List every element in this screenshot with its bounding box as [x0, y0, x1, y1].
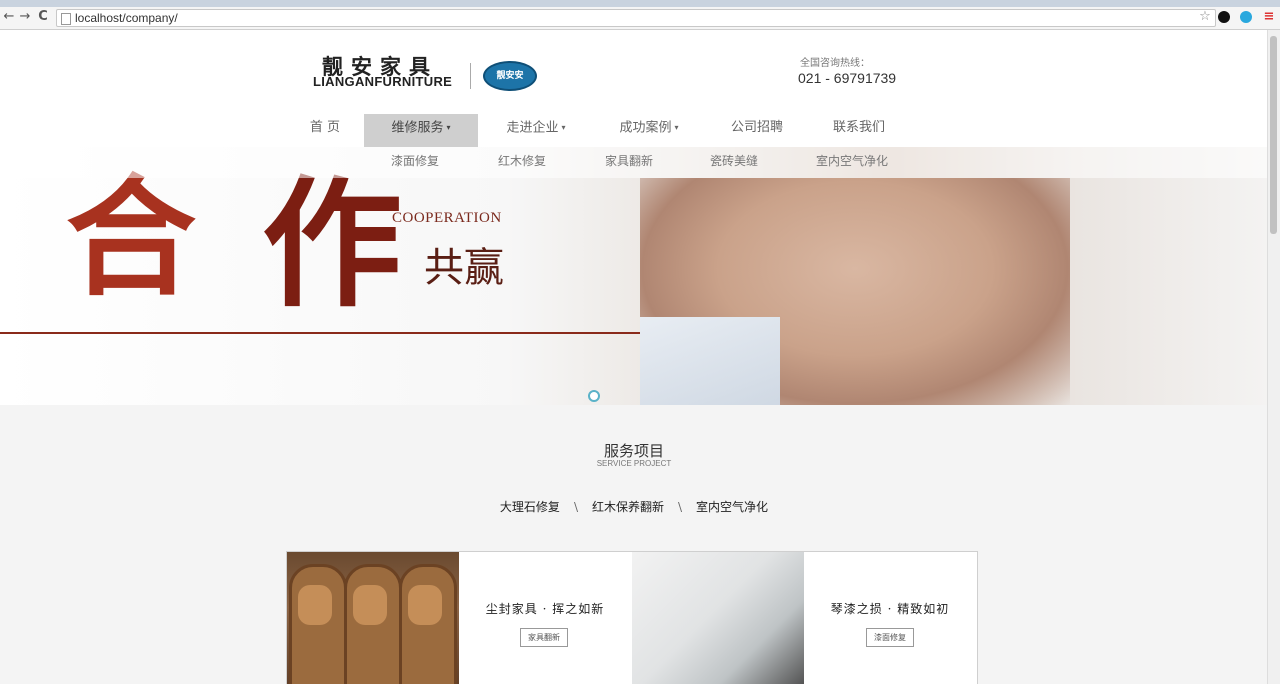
nav-label: 成功案例	[619, 120, 672, 136]
nav-item-contact[interactable]: 联系我们	[824, 114, 894, 147]
nav-label: 首 页	[309, 120, 341, 135]
page-icon	[61, 13, 71, 25]
nav-item-cases[interactable]: 成功案例 ▾	[604, 114, 694, 147]
menu-icon[interactable]: ≡	[1262, 10, 1276, 24]
main-nav: 首 页 维修服务 ▾ 走进企业 ▾ 成功案例 ▾ 公司招聘 联系我们	[0, 114, 1268, 147]
subnav-item-furniture[interactable]: 家具翻新	[605, 147, 653, 178]
subnav-item-paint[interactable]: 漆面修复	[391, 147, 439, 178]
reload-icon[interactable]: C	[36, 10, 50, 24]
logo-en[interactable]: LIANGANFURNITURE	[313, 74, 452, 89]
card-text: 琴漆之损 · 精致如初	[830, 602, 950, 616]
scrollbar-thumb[interactable]	[1270, 36, 1277, 234]
nav-item-repair-service[interactable]: 维修服务 ▾	[364, 114, 478, 147]
section-subtitle: SERVICE PROJECT	[596, 459, 672, 468]
carousel-dot[interactable]	[588, 390, 600, 402]
banner-subtitle: 共赢	[424, 245, 504, 291]
chair-seat	[353, 585, 387, 625]
subnav-item-tile[interactable]: 瓷砖美缝	[710, 147, 758, 178]
chair-image	[344, 564, 402, 684]
service-card: 琴漆之损 · 精致如初 漆面修复	[804, 552, 976, 684]
nav-label: 走进企业	[506, 120, 559, 136]
card-button[interactable]: 漆面修复	[866, 628, 914, 647]
brand-badge-logo: 靓安安	[483, 61, 537, 91]
web-page: 靓安家具 LIANGANFURNITURE 靓安安 全国咨询热线： 021 - …	[0, 30, 1268, 684]
tab-separator: \	[573, 500, 578, 514]
hotline-number: 021 - 69791739	[798, 70, 897, 86]
tab-separator: \	[678, 500, 683, 514]
section-title: 服务项目	[603, 442, 664, 460]
chairs-photo[interactable]	[287, 552, 459, 684]
extension-icon[interactable]	[1218, 11, 1230, 23]
banner-rule	[0, 332, 640, 334]
hero-banner: 合 作 COOPERATION 共赢 漆面修复 红木修复 家具翻新 瓷砖美缝 室…	[0, 147, 1268, 405]
banner-english: COOPERATION	[392, 210, 502, 226]
subnav-dropdown: 漆面修复 红木修复 家具翻新 瓷砖美缝 室内空气净化	[0, 147, 1268, 178]
scrollbar[interactable]	[1267, 30, 1280, 684]
banner-char-2: 作	[262, 163, 403, 327]
chevron-down-icon: ▾	[561, 123, 566, 132]
service-tab-marble[interactable]: 大理石修复	[500, 500, 560, 514]
skype-icon[interactable]	[1240, 11, 1252, 23]
nav-label: 联系我们	[832, 120, 885, 135]
subnav-item-air[interactable]: 室内空气净化	[816, 147, 888, 178]
hotline-label: 全国咨询热线：	[800, 58, 870, 69]
subnav-item-redwood[interactable]: 红木修复	[498, 147, 546, 178]
logo-divider	[470, 63, 471, 89]
nav-label: 维修服务	[391, 120, 444, 136]
service-cards: 尘封家具 · 挥之如新 家具翻新 琴漆之损 · 精致如初 漆面修复	[286, 551, 978, 684]
nav-label: 公司招聘	[730, 120, 783, 135]
chair-image	[399, 564, 457, 684]
bookmark-star-icon[interactable]: ☆	[1198, 10, 1212, 24]
piano-photo[interactable]	[632, 552, 804, 684]
nav-item-about[interactable]: 走进企业 ▾	[490, 114, 582, 147]
service-tab-air[interactable]: 室内空气净化	[696, 500, 768, 514]
banner-char-1: 合	[66, 161, 197, 314]
chair-image	[289, 564, 347, 684]
card-text: 尘封家具 · 挥之如新	[485, 602, 605, 616]
service-card: 尘封家具 · 挥之如新 家具翻新	[459, 552, 631, 684]
nav-item-careers[interactable]: 公司招聘	[722, 114, 792, 147]
sleeve-image	[640, 317, 780, 405]
card-button[interactable]: 家具翻新	[520, 628, 568, 647]
chevron-down-icon: ▾	[446, 123, 451, 132]
back-icon[interactable]: ←	[2, 10, 16, 24]
browser-tab-strip	[0, 0, 1280, 7]
url-text: localhost/company/	[75, 11, 178, 25]
chevron-down-icon: ▾	[674, 123, 679, 132]
service-tab-redwood[interactable]: 红木保养翻新	[592, 500, 664, 514]
nav-item-home[interactable]: 首 页	[305, 114, 345, 147]
browser-toolbar: ← → C localhost/company/ ☆ ≡	[0, 7, 1280, 30]
service-tabs: 大理石修复 \ 红木保养翻新 \ 室内空气净化	[0, 498, 1268, 515]
chair-seat	[298, 585, 332, 625]
site-header: 靓安家具 LIANGANFURNITURE 靓安安 全国咨询热线： 021 - …	[0, 30, 1268, 114]
address-bar[interactable]: localhost/company/	[56, 9, 1216, 27]
forward-icon[interactable]: →	[18, 10, 32, 24]
chair-seat	[408, 585, 442, 625]
